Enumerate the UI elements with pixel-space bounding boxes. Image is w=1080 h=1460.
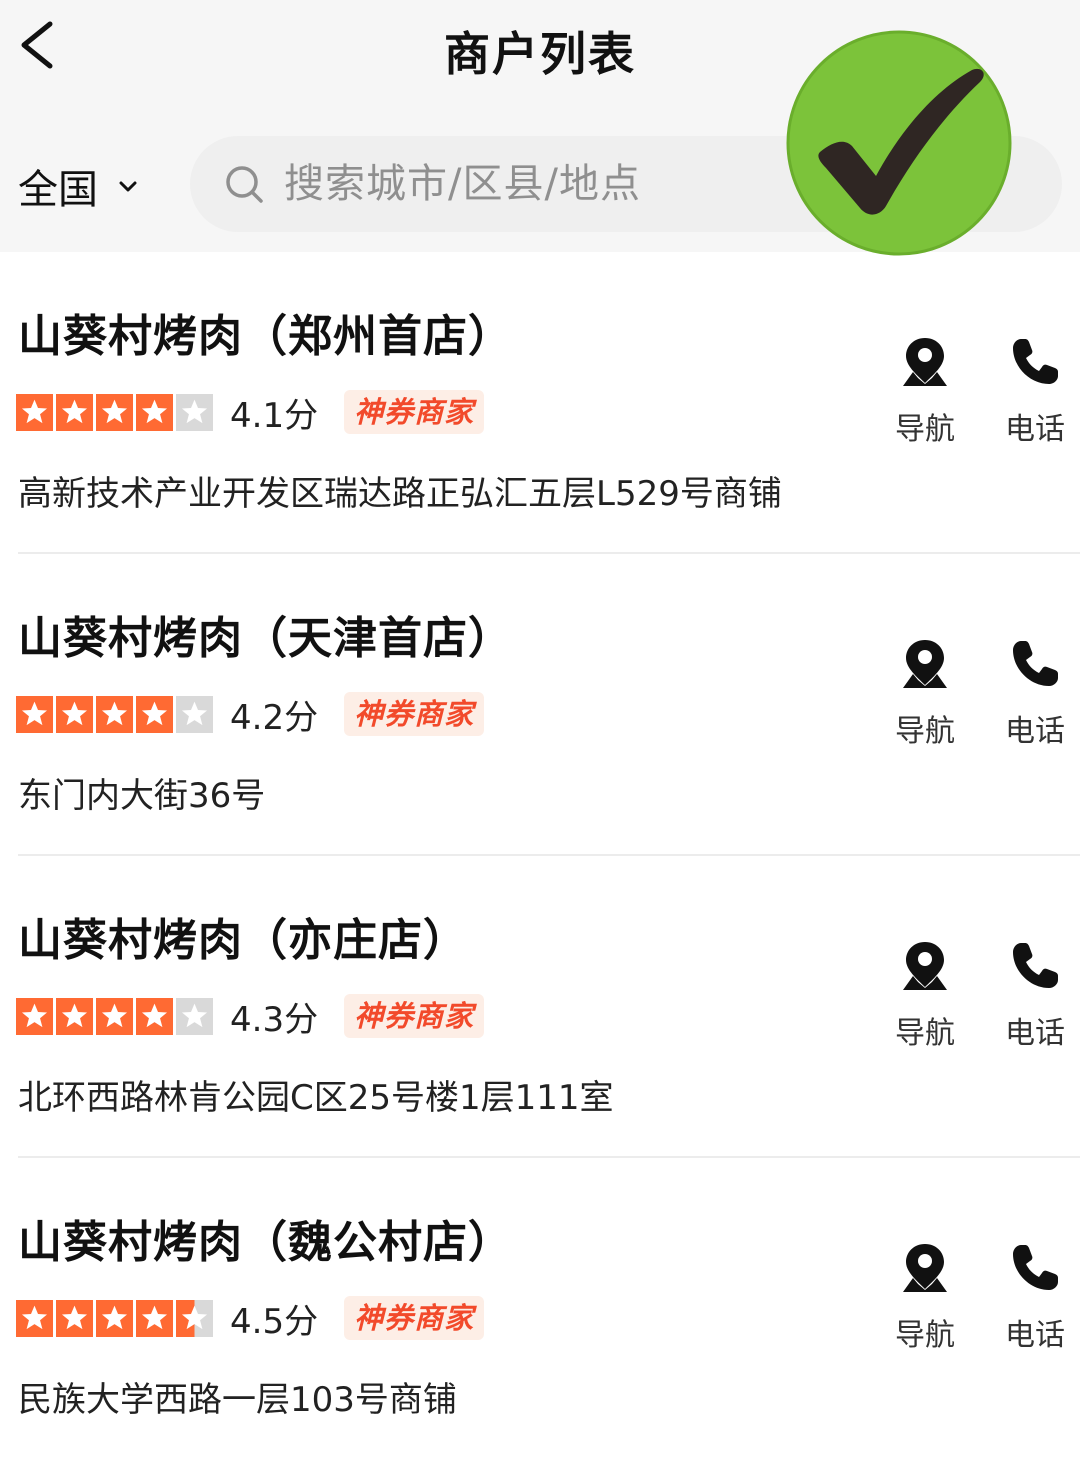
rating-score: 4.3分	[230, 999, 319, 1040]
store-item[interactable]: 山葵村烤肉（郑州首店） 4.1分 神券商家 高新技术产业开发区瑞达路正弘汇五层L…	[0, 252, 1080, 554]
region-selector[interactable]: 全国	[18, 158, 140, 214]
map-pin-icon	[903, 640, 947, 688]
star-full-icon	[96, 695, 133, 733]
top-bar: 商户列表 全国 搜索城市/区县/地点	[0, 0, 1080, 256]
chevron-down-icon	[119, 181, 137, 192]
call-label: 电话	[1005, 1016, 1065, 1051]
star-full-icon	[96, 1299, 133, 1337]
coupon-merchant-badge: 神券商家	[344, 1296, 485, 1340]
star-full-icon	[16, 695, 53, 733]
star-full-icon	[16, 1299, 53, 1337]
call-button[interactable]: 电话	[990, 1240, 1080, 1354]
phone-icon	[1013, 943, 1058, 988]
star-full-icon	[16, 393, 53, 431]
rating-row: 4.1分 神券商家	[16, 388, 485, 436]
store-name[interactable]: 山葵村烤肉（天津首店）	[18, 602, 513, 666]
map-pin-icon	[903, 942, 947, 990]
phone-icon	[1013, 641, 1058, 686]
store-address: 北环西路林肯公园C区25号楼1层111室	[18, 1078, 614, 1118]
star-full-icon	[56, 393, 93, 431]
store-address: 高新技术产业开发区瑞达路正弘汇五层L529号商铺	[18, 474, 782, 514]
star-rating	[16, 695, 216, 733]
store-name[interactable]: 山葵村烤肉（魏公村店）	[18, 1206, 513, 1270]
rating-row: 4.5分 神券商家	[16, 1294, 485, 1342]
star-full-icon	[136, 393, 173, 431]
navigate-button[interactable]: 导航	[880, 938, 970, 1052]
rating-score: 4.5分	[230, 1301, 319, 1342]
star-full-icon	[96, 393, 133, 431]
store-address: 东门内大街36号	[18, 776, 266, 816]
coupon-merchant-badge: 神券商家	[344, 994, 485, 1038]
star-full-icon	[56, 1299, 93, 1337]
navigate-button[interactable]: 导航	[880, 636, 970, 750]
star-full-icon	[96, 997, 133, 1035]
green-checkmark-icon	[786, 30, 1012, 256]
star-full-icon	[136, 997, 173, 1035]
region-label: 全国	[18, 167, 98, 213]
store-name[interactable]: 山葵村烤肉（郑州首店）	[18, 300, 513, 364]
call-label: 电话	[1005, 714, 1065, 749]
navigate-button[interactable]: 导航	[880, 334, 970, 448]
store-item[interactable]: 山葵村烤肉（亦庄店） 4.3分 神券商家 北环西路林肯公园C区25号楼1层111…	[0, 856, 1080, 1158]
navigate-label: 导航	[895, 412, 955, 447]
map-pin-icon	[903, 338, 947, 386]
store-item[interactable]: 山葵村烤肉（魏公村店） 4.5分 神券商家 民族大学西路一层103号商铺 导航 …	[0, 1158, 1080, 1460]
store-name[interactable]: 山葵村烤肉（亦庄店）	[18, 904, 468, 968]
rating-row: 4.3分 神券商家	[16, 992, 485, 1040]
map-pin-icon	[903, 1244, 947, 1292]
star-half-icon	[176, 1299, 213, 1337]
star-empty-icon	[176, 997, 213, 1035]
star-full-icon	[16, 997, 53, 1035]
star-full-icon	[136, 1299, 173, 1337]
navigate-label: 导航	[895, 1016, 955, 1051]
coupon-merchant-badge: 神券商家	[344, 692, 485, 736]
store-address: 民族大学西路一层103号商铺	[18, 1380, 457, 1420]
coupon-merchant-badge: 神券商家	[344, 390, 485, 434]
call-button[interactable]: 电话	[990, 334, 1080, 448]
phone-icon	[1013, 339, 1058, 384]
call-button[interactable]: 电话	[990, 636, 1080, 750]
star-full-icon	[136, 695, 173, 733]
call-label: 电话	[1005, 412, 1065, 447]
star-rating	[16, 1299, 216, 1337]
rating-score: 4.2分	[230, 697, 319, 738]
star-full-icon	[56, 997, 93, 1035]
store-item[interactable]: 山葵村烤肉（天津首店） 4.2分 神券商家 东门内大街36号 导航 电话	[0, 554, 1080, 856]
rating-score: 4.1分	[230, 395, 319, 436]
search-icon	[226, 166, 263, 203]
navigate-label: 导航	[895, 1318, 955, 1353]
star-rating	[16, 997, 216, 1035]
navigate-button[interactable]: 导航	[880, 1240, 970, 1354]
star-rating	[16, 393, 216, 431]
phone-icon	[1013, 1245, 1058, 1290]
call-button[interactable]: 电话	[990, 938, 1080, 1052]
search-placeholder: 搜索城市/区县/地点	[284, 161, 641, 207]
star-empty-icon	[176, 695, 213, 733]
star-empty-icon	[176, 393, 213, 431]
call-label: 电话	[1005, 1318, 1065, 1353]
star-full-icon	[56, 695, 93, 733]
navigate-label: 导航	[895, 714, 955, 749]
rating-row: 4.2分 神券商家	[16, 690, 485, 738]
store-list: 山葵村烤肉（郑州首店） 4.1分 神券商家 高新技术产业开发区瑞达路正弘汇五层L…	[0, 252, 1080, 1460]
